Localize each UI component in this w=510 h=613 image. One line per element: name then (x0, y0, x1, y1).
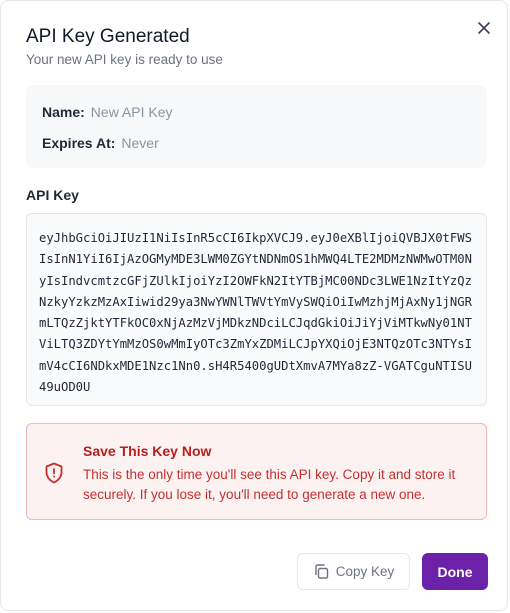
expires-label: Expires At: (42, 135, 116, 151)
name-value: New API Key (90, 104, 173, 120)
api-key-label: API Key (26, 187, 79, 203)
warning-title: Save This Key Now (83, 443, 212, 459)
name-row: Name: New API Key (42, 104, 173, 120)
copy-key-button[interactable]: Copy Key (297, 553, 410, 590)
dialog-subtitle: Your new API key is ready to use (26, 52, 223, 67)
save-warning: Save This Key Now This is the only time … (26, 423, 487, 520)
shield-alert-icon (45, 462, 63, 484)
key-info-box: Name: New API Key Expires At: Never (26, 85, 487, 168)
done-button[interactable]: Done (422, 553, 488, 590)
copy-icon (315, 564, 328, 579)
expires-row: Expires At: Never (42, 135, 159, 151)
copy-key-label: Copy Key (335, 564, 395, 579)
api-key-dialog: API Key Generated Your new API key is re… (0, 0, 508, 611)
warning-body: This is the only time you'll see this AP… (83, 467, 456, 502)
api-key-box[interactable]: eyJhbGciOiJIUzI1NiIsInR5cCI6IkpXVCJ9.eyJ… (26, 213, 487, 406)
api-key-value[interactable]: eyJhbGciOiJIUzI1NiIsInR5cCI6IkpXVCJ9.eyJ… (39, 228, 474, 398)
close-icon (478, 22, 490, 34)
close-button[interactable] (473, 17, 495, 39)
name-label: Name: (42, 104, 85, 120)
expires-value: Never (121, 135, 159, 151)
dialog-title: API Key Generated (26, 26, 190, 47)
